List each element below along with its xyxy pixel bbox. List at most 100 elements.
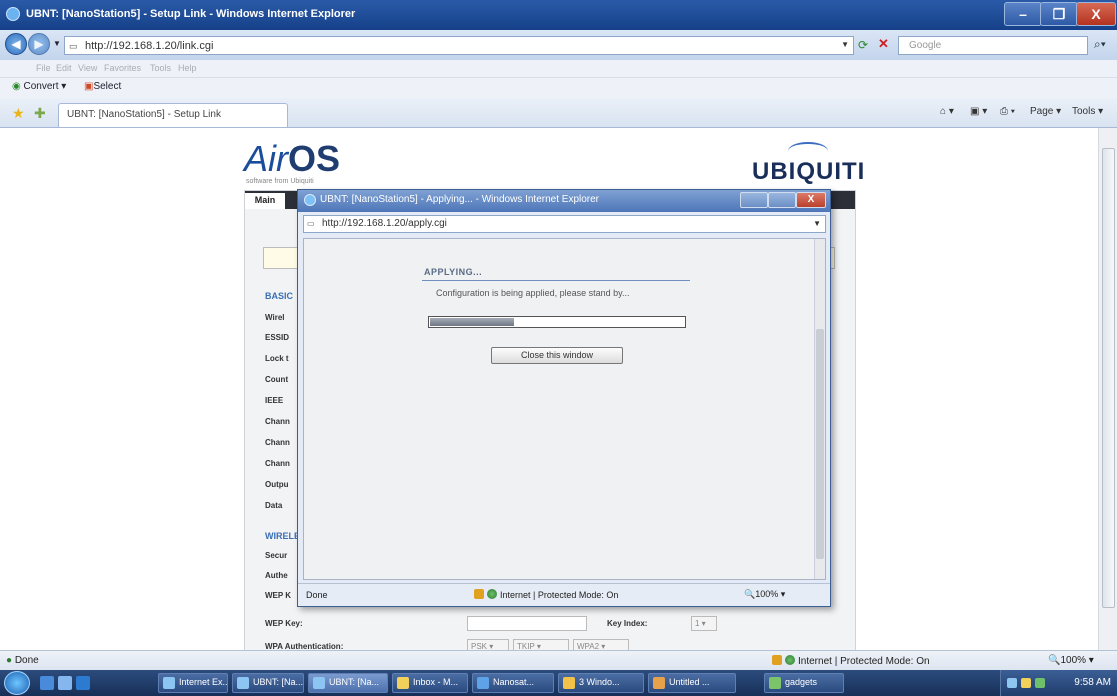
airos-logo: AirOS xyxy=(244,138,340,180)
taskbar-ubnt-1[interactable]: UBNT: [Na... xyxy=(232,673,304,693)
taskbar-windows-group[interactable]: 3 Windo... xyxy=(558,673,644,693)
ie-quicklaunch-icon[interactable] xyxy=(76,676,90,690)
popup-statusbar: Done Internet | Protected Mode: On 🔍100%… xyxy=(298,583,830,606)
search-input[interactable]: Google xyxy=(898,36,1088,55)
label-channel-width: Chann xyxy=(265,417,290,426)
window-title: UBNT: [NanoStation5] - Setup Link - Wind… xyxy=(26,8,356,20)
taskbar-ubnt-2[interactable]: UBNT: [Na... xyxy=(308,673,388,693)
volume-icon[interactable] xyxy=(1021,678,1031,688)
popup-address-bar[interactable]: ▭ http://192.168.1.20/apply.cgi ▼ xyxy=(303,215,826,233)
address-row: ◀ ▶ ▼ ▭ http://192.168.1.20/link.cgi ▼ ⟳… xyxy=(0,30,1117,60)
show-desktop-icon[interactable] xyxy=(40,676,54,690)
menu-edit[interactable]: Edit xyxy=(56,63,72,73)
wpa-cipher-select[interactable]: TKIP ▾ xyxy=(513,639,569,650)
document-icon xyxy=(477,677,489,689)
security-zone[interactable]: Internet | Protected Mode: On xyxy=(772,655,930,667)
page-menu[interactable]: Page ▾ xyxy=(1030,106,1061,117)
status-done-label: Done xyxy=(14,655,39,666)
stop-icon[interactable]: ✕ xyxy=(878,36,889,52)
recent-pages-dropdown[interactable]: ▼ xyxy=(53,39,61,48)
zoom-control[interactable]: 🔍100% ▾ xyxy=(1048,655,1094,666)
close-button[interactable]: X xyxy=(1076,2,1116,26)
popup-scrollbar[interactable] xyxy=(814,239,825,579)
add-favorites-icon[interactable]: ✚ xyxy=(34,105,46,122)
taskbar-label: UBNT: [Na... xyxy=(329,677,380,687)
menu-tools[interactable]: Tools xyxy=(150,63,171,73)
popup-security-zone[interactable]: Internet | Protected Mode: On xyxy=(474,589,618,600)
tab-setup-link[interactable]: UBNT: [NanoStation5] - Setup Link xyxy=(58,103,288,127)
convert-button[interactable]: ◉ Convert ▾ xyxy=(12,81,66,92)
page-scrollbar-thumb[interactable] xyxy=(1102,148,1115,608)
page-scrollbar[interactable] xyxy=(1098,128,1117,650)
popup-scrollbar-thumb[interactable] xyxy=(816,329,824,559)
tab-bar: ★ ✚ UBNT: [NanoStation5] - Setup Link ⌂ … xyxy=(0,98,1117,128)
popup-address-dropdown-icon[interactable]: ▼ xyxy=(813,219,821,228)
label-wep-key-length: WEP K xyxy=(265,591,292,600)
forward-button[interactable]: ▶ xyxy=(28,33,50,55)
menu-help[interactable]: Help xyxy=(178,63,197,73)
popup-zoom-control[interactable]: 🔍100% ▾ xyxy=(744,589,785,600)
menu-file[interactable]: File xyxy=(36,63,51,73)
print-icon[interactable]: ⎙ ▾ xyxy=(1000,106,1015,117)
favorites-star-icon[interactable]: ★ xyxy=(12,105,25,122)
network-icon[interactable] xyxy=(1007,678,1017,688)
taskbar-nanostation[interactable]: Nanosat... xyxy=(472,673,554,693)
label-data-rate: Data xyxy=(265,501,283,510)
mail-icon xyxy=(397,677,409,689)
key-index-select[interactable]: 1 ▾ xyxy=(691,616,717,631)
minimize-button[interactable]: – xyxy=(1004,2,1042,26)
popup-maximize-button[interactable] xyxy=(768,192,796,208)
close-window-button[interactable]: Close this window xyxy=(491,347,623,364)
taskbar-untitled[interactable]: Untitled ... xyxy=(648,673,736,693)
taskbar-gadgets[interactable]: gadgets xyxy=(764,673,844,693)
select-button[interactable]: ▣Select xyxy=(84,81,121,92)
menu-favorites[interactable]: Favorites xyxy=(104,63,141,73)
key-index-value: 1 xyxy=(695,619,700,628)
popup-close-button[interactable]: X xyxy=(796,192,826,208)
select-label: Select xyxy=(93,81,122,92)
ubiquiti-logo: UBIQUITI xyxy=(752,158,866,185)
search-icon[interactable]: ⌕▾ xyxy=(1094,37,1106,52)
zoom-icon: 🔍 xyxy=(1048,655,1061,666)
feeds-icon[interactable]: ▣ ▾ xyxy=(970,106,987,117)
maximize-button[interactable]: ❐ xyxy=(1040,2,1078,26)
tools-menu-label: Tools xyxy=(1072,106,1096,117)
taskbar-inbox[interactable]: Inbox - M... xyxy=(392,673,468,693)
popup-titlebar: UBNT: [NanoStation5] - Applying... - Win… xyxy=(298,190,830,212)
tray-app-icon[interactable] xyxy=(1035,678,1045,688)
tab-main[interactable]: Main xyxy=(245,193,285,209)
wpa-version-select[interactable]: WPA2 ▾ xyxy=(573,639,629,650)
applying-message: Configuration is being applied, please s… xyxy=(436,288,630,298)
switch-windows-icon[interactable] xyxy=(58,676,72,690)
wep-key-input[interactable] xyxy=(467,616,587,631)
wpa-mode-select[interactable]: PSK ▾ xyxy=(467,639,509,650)
apply-progress-bar xyxy=(428,316,686,328)
popup-url: http://192.168.1.20/apply.cgi xyxy=(322,218,447,229)
applying-popup-window: UBNT: [NanoStation5] - Applying... - Win… xyxy=(297,189,831,607)
menu-view[interactable]: View xyxy=(78,63,97,73)
taskbar-internet-explorer[interactable]: Internet Ex... xyxy=(158,673,228,693)
label-country: Count xyxy=(265,375,289,384)
status-done: ● Done xyxy=(6,655,39,666)
address-dropdown-icon[interactable]: ▼ xyxy=(841,40,849,49)
ie-icon xyxy=(237,677,249,689)
window-titlebar: UBNT: [NanoStation5] - Setup Link - Wind… xyxy=(0,0,1117,30)
shield-icon xyxy=(474,589,484,599)
start-button[interactable] xyxy=(4,671,30,695)
address-bar[interactable]: ▭ http://192.168.1.20/link.cgi ▼ xyxy=(64,36,854,55)
clock[interactable]: 9:58 AM xyxy=(1074,677,1111,688)
home-icon[interactable]: ⌂ ▾ xyxy=(940,106,954,117)
convert-icon: ◉ xyxy=(12,81,21,92)
statusbar: ● Done Internet | Protected Mode: On 🔍10… xyxy=(0,650,1117,670)
taskbar-label: gadgets xyxy=(785,677,818,687)
tools-menu[interactable]: Tools ▾ xyxy=(1072,106,1103,117)
wpa-option-tkip: TKIP xyxy=(517,642,535,650)
label-channel: Chann xyxy=(265,459,290,468)
refresh-icon[interactable]: ⟳ xyxy=(858,38,868,52)
back-button[interactable]: ◀ xyxy=(5,33,27,55)
label-authentication: Authe xyxy=(265,571,288,580)
popup-minimize-button[interactable] xyxy=(740,192,768,208)
popup-status-done: Done xyxy=(306,590,328,600)
label-essid: ESSID xyxy=(265,333,290,342)
taskbar-label: UBNT: [Na... xyxy=(253,677,304,687)
